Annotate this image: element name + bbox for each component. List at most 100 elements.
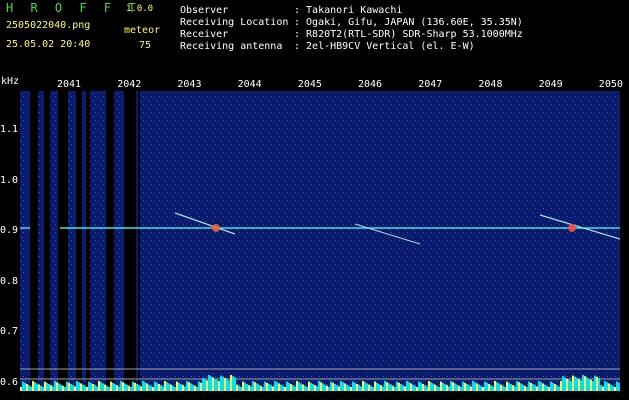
level-bar [472, 381, 474, 391]
level-bar [392, 385, 394, 391]
level-bar [32, 381, 34, 391]
level-bar [350, 387, 352, 391]
level-bar [372, 387, 374, 391]
level-bar [592, 381, 594, 391]
level-bar [174, 387, 176, 391]
level-bar [494, 381, 496, 391]
level-bar [132, 381, 134, 391]
level-bar [46, 382, 48, 391]
level-bar [496, 382, 498, 391]
level-bar [76, 381, 78, 391]
level-bar [408, 382, 410, 391]
level-bar [284, 387, 286, 391]
level-bar [286, 381, 288, 391]
level-bar [386, 382, 388, 391]
level-bar [562, 376, 564, 391]
level-bar [252, 381, 254, 391]
level-bar [444, 384, 446, 391]
level-bar [64, 387, 66, 391]
level-bar [62, 385, 64, 391]
level-bar [264, 381, 266, 391]
level-bar [202, 378, 204, 391]
level-bar [610, 384, 612, 391]
y-tick-label: 0.8 [0, 275, 19, 287]
header-panel: H R O F F T 1.0.0 2505022040.png meteor … [0, 0, 629, 75]
meteor-head [212, 224, 220, 232]
level-bar [206, 380, 208, 391]
level-bar [184, 386, 186, 391]
level-bar [426, 386, 428, 391]
level-bar [24, 382, 26, 391]
level-bar [48, 384, 50, 391]
level-bar [320, 382, 322, 391]
level-bar [578, 379, 580, 391]
level-bar [250, 386, 252, 391]
gap-band [86, 91, 90, 391]
level-bar [360, 386, 362, 391]
level-bar [506, 381, 508, 391]
level-bar [244, 382, 246, 391]
level-bar [52, 386, 54, 391]
level-bar [302, 384, 304, 391]
level-bar [502, 385, 504, 391]
level-bar [618, 382, 620, 391]
level-bar [80, 383, 82, 391]
level-bar [118, 386, 120, 391]
level-bar [354, 382, 356, 391]
level-bar [230, 375, 232, 391]
level-bar [122, 382, 124, 391]
y-tick-label: 0.7 [0, 326, 19, 337]
level-bar [278, 383, 280, 391]
level-bar [470, 386, 472, 391]
level-bar [540, 382, 542, 391]
level-bar [102, 383, 104, 391]
level-bar [148, 384, 150, 391]
level-bar [88, 381, 90, 391]
level-bar [600, 385, 602, 391]
level-bar [514, 386, 516, 391]
level-bar [120, 381, 122, 391]
level-bar [380, 385, 382, 391]
level-bar [22, 381, 24, 391]
level-bar [526, 387, 528, 391]
x-tick-label: 2045 [297, 79, 322, 90]
level-bar [586, 377, 588, 391]
level-bar [394, 387, 396, 391]
x-tick-label: 2047 [418, 79, 443, 90]
gap-band [138, 91, 140, 391]
level-bar [542, 383, 544, 391]
y-tick-label: 1.1 [0, 124, 19, 135]
level-bar [38, 384, 40, 391]
level-bar [54, 381, 56, 391]
level-bar [292, 385, 294, 391]
level-bar [126, 384, 128, 391]
level-bar [534, 385, 536, 391]
level-bar [74, 386, 76, 391]
app-name: H R O F F T [6, 1, 141, 15]
level-bar [218, 381, 220, 391]
level-bar [528, 381, 530, 391]
level-bar [580, 380, 582, 391]
x-tick-label: 2046 [358, 79, 383, 90]
level-bar [582, 375, 584, 391]
level-bar [50, 385, 52, 391]
level-bar [440, 381, 442, 391]
level-bar [100, 382, 102, 391]
level-bar [322, 383, 324, 391]
level-bar [490, 385, 492, 391]
level-bar [554, 384, 556, 391]
level-bar [92, 384, 94, 391]
level-bar [222, 376, 224, 391]
level-bar [136, 384, 138, 391]
spectrogram [20, 91, 620, 391]
level-bar [504, 387, 506, 391]
level-bar [138, 385, 140, 391]
meteor-head [568, 224, 576, 232]
level-bar [336, 385, 338, 391]
level-bar [454, 383, 456, 391]
level-bar [36, 383, 38, 391]
level-bar [512, 385, 514, 391]
level-bar [576, 378, 578, 391]
level-bar [44, 381, 46, 391]
level-bar [374, 381, 376, 391]
